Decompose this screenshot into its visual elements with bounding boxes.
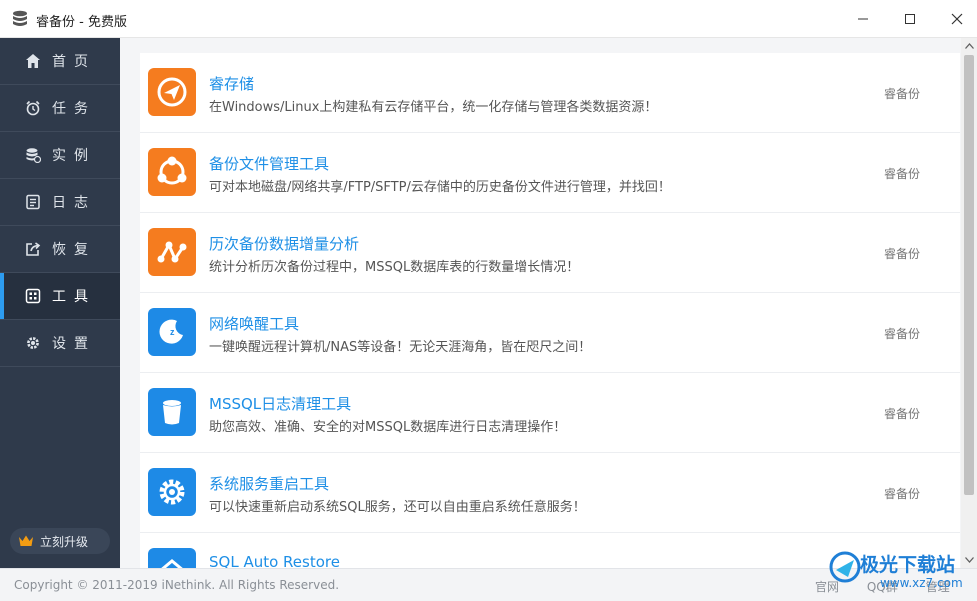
- scroll-up-button[interactable]: [961, 38, 977, 54]
- sidebar-item-instances[interactable]: 实例: [0, 132, 120, 179]
- tools-grid-icon: [24, 287, 42, 305]
- close-button[interactable]: [932, 0, 977, 38]
- upgrade-button[interactable]: 立刻升级: [10, 528, 110, 554]
- tool-description: 可以快速重新启动系统SQL服务，还可以自由重启系统任意服务！: [209, 500, 586, 515]
- tool-vendor: 睿备份: [884, 407, 921, 421]
- upgrade-label: 立刻升级: [40, 534, 89, 549]
- sidebar-item-tasks[interactable]: 任务: [0, 85, 120, 132]
- moon-sleep-icon: z: [148, 308, 196, 356]
- tools-panel: 睿存储 在Windows/Linux上构建私有云存储平台，统一化存储与管理各类数…: [120, 38, 961, 568]
- sidebar-item-tools[interactable]: 工具: [0, 273, 120, 320]
- sidebar-item-settings[interactable]: 设置: [0, 320, 120, 367]
- tool-vendor: 睿备份: [884, 167, 921, 181]
- tool-vendor: 睿备份: [884, 327, 921, 341]
- watermark-text: 极光下载站: [860, 554, 956, 576]
- tool-description: 一键唤醒远程计算机/NAS等设备！无论天涯海角，皆在咫尺之间！: [209, 340, 592, 355]
- watermark-logo-icon: [829, 551, 861, 583]
- copyright-text: Copyright © 2011-2019 iNethink. All Righ…: [14, 578, 340, 592]
- tool-item-mssql-log-cleaner[interactable]: MSSQL日志清理工具 助您高效、准确、安全的对MSSQL数据库进行日志清理操作…: [140, 373, 960, 453]
- log-document-icon: [24, 193, 42, 211]
- tool-description: 助您高效、准确、安全的对MSSQL数据库进行日志清理操作！: [209, 420, 567, 435]
- sidebar-item-label: 恢复: [52, 242, 96, 258]
- tool-title[interactable]: MSSQL日志清理工具: [209, 393, 351, 414]
- tool-title[interactable]: 历次备份数据增量分析: [209, 233, 359, 254]
- restore-box-icon: [148, 548, 196, 568]
- close-icon: [951, 13, 963, 25]
- graph-nodes-icon: [148, 228, 196, 276]
- tool-vendor: 睿备份: [884, 87, 921, 101]
- gear-icon: [148, 468, 196, 516]
- maximize-icon: [905, 14, 915, 24]
- vertical-scrollbar[interactable]: [961, 38, 977, 568]
- paper-plane-icon: [148, 68, 196, 116]
- tool-item-backup-file-manager[interactable]: 备份文件管理工具 可对本地磁盘/网络共享/FTP/SFTP/云存储中的历史备份文…: [140, 133, 960, 213]
- sidebar-item-label: 日志: [52, 195, 96, 211]
- gear-icon: [24, 334, 42, 352]
- window-title: 睿备份 - 免费版: [36, 15, 127, 30]
- home-icon: [24, 52, 42, 70]
- svg-text:z: z: [170, 327, 175, 337]
- sidebar-item-label: 首页: [52, 54, 96, 70]
- tool-title[interactable]: 睿存储: [209, 73, 254, 94]
- sidebar-item-label: 设置: [52, 336, 96, 352]
- sidebar-item-label: 实例: [52, 148, 96, 164]
- database-app-icon: [12, 10, 28, 28]
- sidebar-item-label: 任务: [52, 101, 96, 117]
- tool-item-wake-on-lan[interactable]: z 网络唤醒工具 一键唤醒远程计算机/NAS等设备！无论天涯海角，皆在咫尺之间！…: [140, 293, 960, 373]
- sidebar-item-label: 工具: [52, 289, 96, 305]
- tool-title[interactable]: 备份文件管理工具: [209, 153, 329, 174]
- tool-item-incremental-analysis[interactable]: 历次备份数据增量分析 统计分析历次备份过程中，MSSQL数据库表的行数量增长情况…: [140, 213, 960, 293]
- tool-description: 统计分析历次备份过程中，MSSQL数据库表的行数量增长情况！: [209, 260, 580, 275]
- sidebar: 首页 任务 实例 日志 恢复 工具 设置 立刻升级: [0, 38, 120, 568]
- crown-icon: [18, 534, 34, 548]
- restore-export-icon: [24, 240, 42, 258]
- tools-list: 睿存储 在Windows/Linux上构建私有云存储平台，统一化存储与管理各类数…: [140, 53, 960, 568]
- minimize-icon: [858, 18, 868, 20]
- trash-bin-icon: [148, 388, 196, 436]
- title-bar: 睿备份 - 免费版: [0, 0, 977, 38]
- tool-title[interactable]: SQL Auto Restore: [209, 553, 340, 568]
- alarm-clock-icon: [24, 99, 42, 117]
- tool-description: 可对本地磁盘/网络共享/FTP/SFTP/云存储中的历史备份文件进行管理，并找回…: [209, 180, 671, 195]
- watermark-url: www.xz7.com: [880, 576, 963, 590]
- database-icon: [24, 146, 42, 164]
- scroll-thumb[interactable]: [964, 55, 974, 495]
- tool-description: 在Windows/Linux上构建私有云存储平台，统一化存储与管理各类数据资源！: [209, 100, 658, 115]
- maximize-button[interactable]: [885, 0, 935, 38]
- minimize-button[interactable]: [838, 0, 888, 38]
- tool-title[interactable]: 网络唤醒工具: [209, 313, 299, 334]
- tool-vendor: 睿备份: [884, 487, 921, 501]
- sidebar-item-logs[interactable]: 日志: [0, 179, 120, 226]
- tool-title[interactable]: 系统服务重启工具: [209, 473, 329, 494]
- chevron-up-icon: [964, 43, 974, 49]
- sidebar-item-home[interactable]: 首页: [0, 38, 120, 85]
- share-nodes-icon: [148, 148, 196, 196]
- watermark: 极光下载站 www.xz7.com: [826, 546, 976, 596]
- tool-vendor: 睿备份: [884, 247, 921, 261]
- tool-item-rui-storage[interactable]: 睿存储 在Windows/Linux上构建私有云存储平台，统一化存储与管理各类数…: [140, 53, 960, 133]
- tool-item-service-restart[interactable]: 系统服务重启工具 可以快速重新启动系统SQL服务，还可以自由重启系统任意服务！ …: [140, 453, 960, 533]
- sidebar-item-restore[interactable]: 恢复: [0, 226, 120, 273]
